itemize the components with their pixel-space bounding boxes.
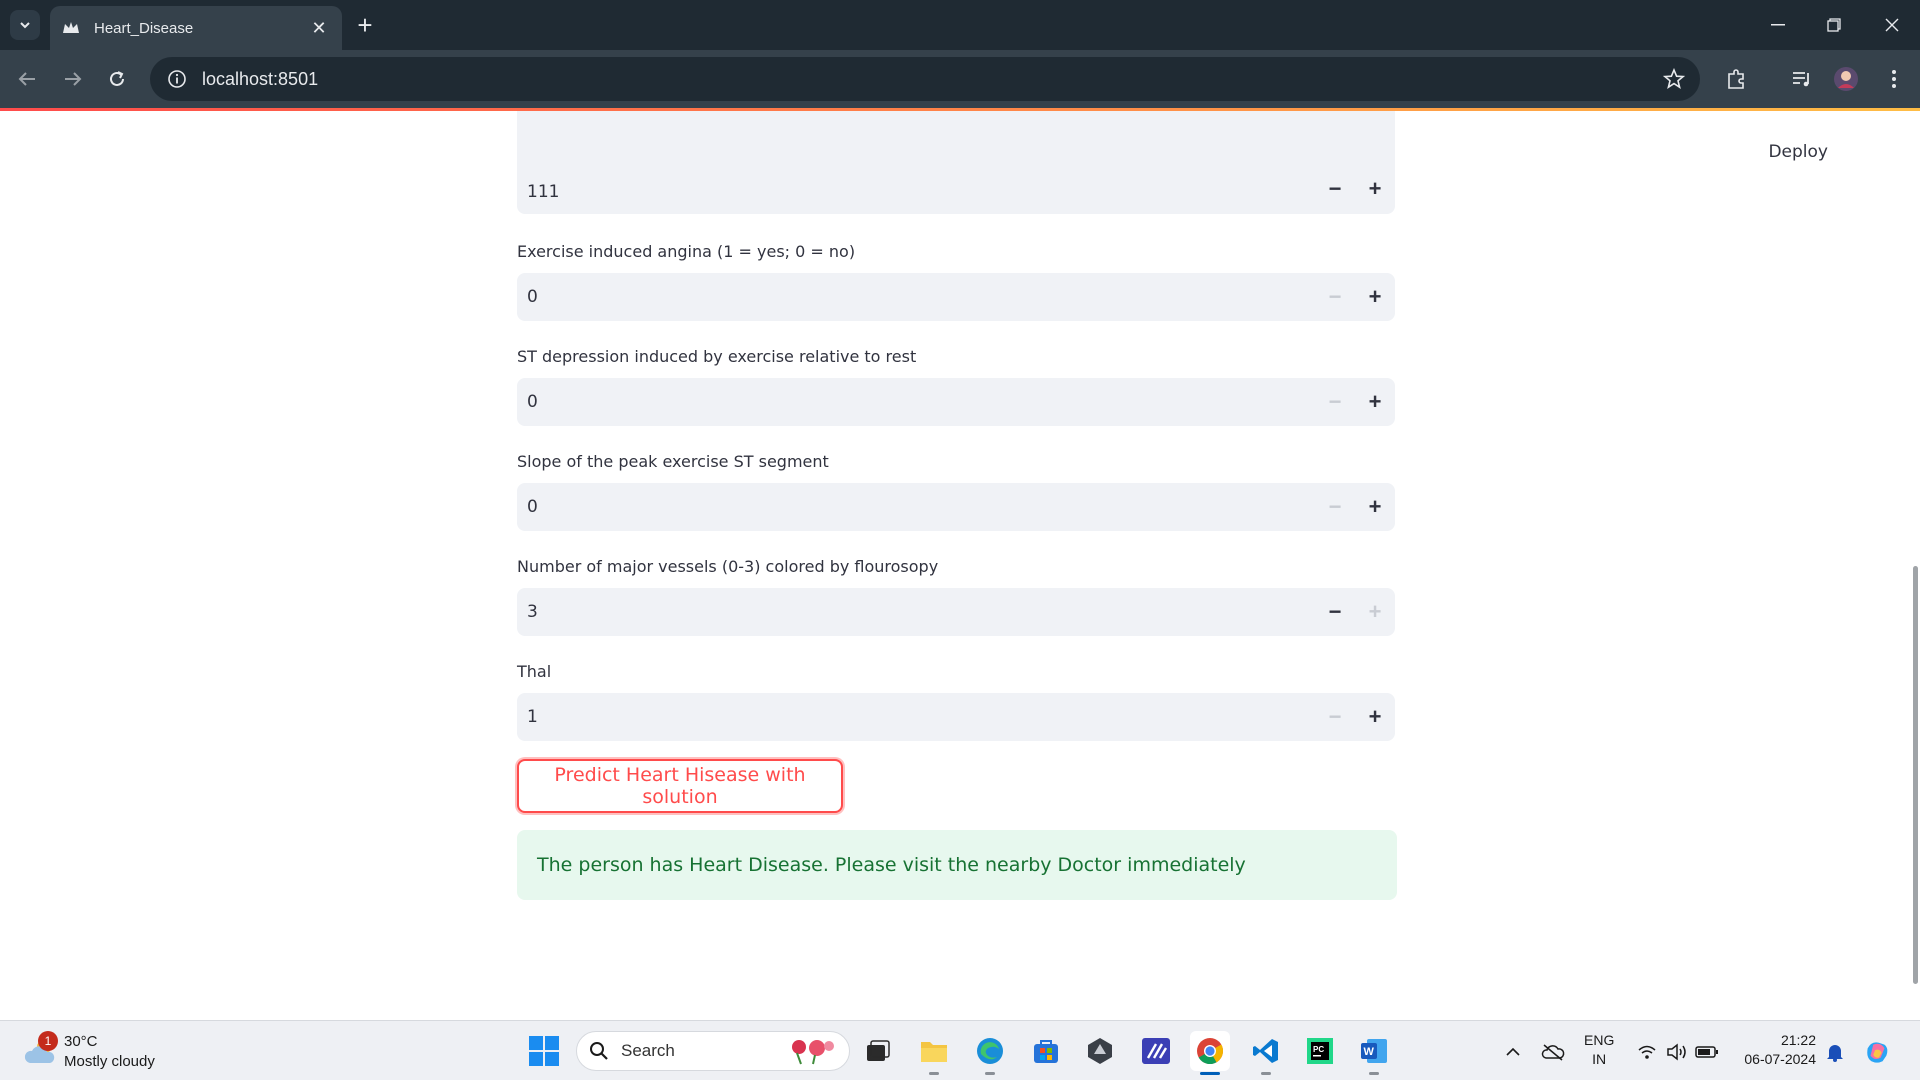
weather-temperature: 30°C bbox=[64, 1033, 98, 1050]
page-scrollbar[interactable] bbox=[1912, 111, 1920, 1021]
weather-alert-badge: 1 bbox=[38, 1031, 58, 1051]
clock-date: 06-07-2024 bbox=[1744, 1051, 1816, 1067]
field-label-exang: Exercise induced angina (1 = yes; 0 = no… bbox=[517, 242, 856, 261]
windows-start-icon[interactable] bbox=[526, 1033, 562, 1069]
wifi-icon[interactable] bbox=[1634, 1039, 1660, 1065]
weather-widget[interactable]: 1 30°C Mostly cloudy bbox=[20, 1029, 170, 1073]
reload-icon[interactable] bbox=[100, 62, 134, 96]
increment-button[interactable]: + bbox=[1355, 693, 1395, 741]
notification-bell-icon[interactable] bbox=[1822, 1039, 1848, 1065]
field-label-oldpeak: ST depression induced by exercise relati… bbox=[517, 347, 917, 366]
vscode-icon[interactable] bbox=[1246, 1031, 1286, 1075]
field-label-ca: Number of major vessels (0-3) colored by… bbox=[517, 557, 939, 576]
success-alert: The person has Heart Disease. Please vis… bbox=[517, 830, 1397, 900]
extensions-puzzle-icon[interactable] bbox=[1722, 65, 1750, 93]
running-indicator bbox=[985, 1072, 995, 1075]
bookmark-star-icon[interactable] bbox=[1662, 67, 1686, 91]
number-input-slope[interactable]: 0 − + bbox=[517, 483, 1395, 531]
number-input-value[interactable]: 0 bbox=[517, 287, 1315, 307]
microsoft-store-icon[interactable] bbox=[1026, 1031, 1066, 1071]
minimize-window-icon[interactable] bbox=[1750, 0, 1806, 50]
edge-browser-icon[interactable] bbox=[970, 1031, 1010, 1075]
file-explorer-icon[interactable] bbox=[914, 1031, 954, 1075]
field-label-slope: Slope of the peak exercise ST segment bbox=[517, 452, 829, 471]
browser-tab[interactable]: Heart_Disease ✕ bbox=[50, 6, 342, 50]
roses-search-highlight-icon bbox=[787, 1037, 837, 1065]
tab-search-button[interactable] bbox=[10, 10, 40, 40]
number-input-value[interactable]: 0 bbox=[517, 392, 1315, 412]
decrement-button[interactable]: − bbox=[1315, 273, 1355, 321]
streamlit-crown-icon bbox=[62, 19, 80, 37]
pen-app-icon[interactable] bbox=[1136, 1031, 1176, 1071]
svg-text:W: W bbox=[1364, 1046, 1375, 1058]
restore-window-icon[interactable] bbox=[1806, 0, 1862, 50]
browser-menu-icon[interactable] bbox=[1880, 65, 1908, 93]
number-input-exang[interactable]: 0 − + bbox=[517, 273, 1395, 321]
url-text: localhost:8501 bbox=[202, 68, 319, 89]
taskbar-search-box[interactable]: Search bbox=[576, 1031, 850, 1071]
running-indicator bbox=[1369, 1072, 1379, 1075]
browser-tab-strip: Heart_Disease ✕ + bbox=[0, 0, 1920, 50]
deploy-button[interactable]: Deploy bbox=[1768, 142, 1828, 162]
media-controls-icon[interactable] bbox=[1788, 65, 1816, 93]
region-code: IN bbox=[1592, 1051, 1607, 1067]
number-input-top[interactable]: 111 − + bbox=[517, 111, 1395, 214]
decrement-button[interactable]: − bbox=[1315, 693, 1355, 741]
number-input-value[interactable]: 111 bbox=[517, 182, 1315, 214]
show-hidden-icons-chevron-icon[interactable] bbox=[1500, 1039, 1526, 1065]
number-input-value[interactable]: 0 bbox=[517, 497, 1315, 517]
number-input-oldpeak[interactable]: 0 − + bbox=[517, 378, 1395, 426]
language-code: ENG bbox=[1584, 1032, 1615, 1048]
search-placeholder: Search bbox=[621, 1041, 675, 1060]
taskbar-clock[interactable]: 21:22 06-07-2024 bbox=[1732, 1031, 1816, 1069]
close-window-icon[interactable] bbox=[1864, 0, 1920, 50]
onedrive-offline-icon[interactable] bbox=[1540, 1039, 1566, 1065]
increment-button[interactable]: + bbox=[1355, 483, 1395, 531]
number-input-thal[interactable]: 1 − + bbox=[517, 693, 1395, 741]
increment-button[interactable]: + bbox=[1355, 273, 1395, 321]
chrome-browser-icon[interactable] bbox=[1190, 1031, 1230, 1075]
windows-taskbar: 1 30°C Mostly cloudy Search PC W ENG IN … bbox=[0, 1020, 1920, 1080]
scrollbar-thumb[interactable] bbox=[1913, 566, 1918, 984]
clock-time: 21:22 bbox=[1780, 1032, 1816, 1048]
new-tab-button[interactable]: + bbox=[350, 10, 380, 40]
decrement-button[interactable]: − bbox=[1315, 483, 1355, 531]
decrement-button[interactable]: − bbox=[1315, 588, 1355, 636]
increment-button[interactable]: + bbox=[1355, 176, 1395, 214]
decrement-button[interactable]: − bbox=[1315, 176, 1355, 214]
task-view-icon[interactable] bbox=[858, 1031, 898, 1071]
volume-icon[interactable] bbox=[1664, 1039, 1690, 1065]
predict-button[interactable]: Predict Heart Hisease with solution bbox=[517, 759, 843, 813]
hexagon-app-icon[interactable] bbox=[1080, 1031, 1120, 1071]
pycharm-icon[interactable]: PC bbox=[1300, 1031, 1340, 1071]
site-info-icon[interactable] bbox=[164, 66, 190, 92]
word-icon[interactable]: W bbox=[1354, 1031, 1394, 1075]
increment-button[interactable]: + bbox=[1355, 588, 1395, 636]
chevron-down-icon bbox=[20, 22, 30, 29]
tab-title: Heart_Disease bbox=[94, 19, 194, 37]
copilot-icon[interactable] bbox=[1864, 1039, 1890, 1065]
svg-text:PC: PC bbox=[1313, 1045, 1324, 1054]
weather-condition: Mostly cloudy bbox=[64, 1053, 155, 1070]
profile-avatar-icon[interactable] bbox=[1832, 65, 1860, 93]
search-icon bbox=[589, 1041, 609, 1061]
close-tab-icon[interactable]: ✕ bbox=[308, 17, 330, 39]
active-indicator bbox=[1200, 1072, 1220, 1075]
number-input-value[interactable]: 3 bbox=[517, 602, 1315, 622]
input-language-indicator[interactable]: ENG IN bbox=[1584, 1031, 1614, 1069]
browser-toolbar: localhost:8501 bbox=[0, 50, 1920, 108]
decrement-button[interactable]: − bbox=[1315, 378, 1355, 426]
field-label-thal: Thal bbox=[517, 662, 552, 681]
battery-icon[interactable] bbox=[1694, 1039, 1720, 1065]
forward-arrow-icon[interactable] bbox=[56, 62, 90, 96]
increment-button[interactable]: + bbox=[1355, 378, 1395, 426]
running-indicator bbox=[1261, 1072, 1271, 1075]
number-input-ca[interactable]: 3 − + bbox=[517, 588, 1395, 636]
back-arrow-icon[interactable] bbox=[10, 62, 44, 96]
address-bar[interactable]: localhost:8501 bbox=[150, 57, 1700, 101]
number-input-value[interactable]: 1 bbox=[517, 707, 1315, 727]
running-indicator bbox=[929, 1072, 939, 1075]
